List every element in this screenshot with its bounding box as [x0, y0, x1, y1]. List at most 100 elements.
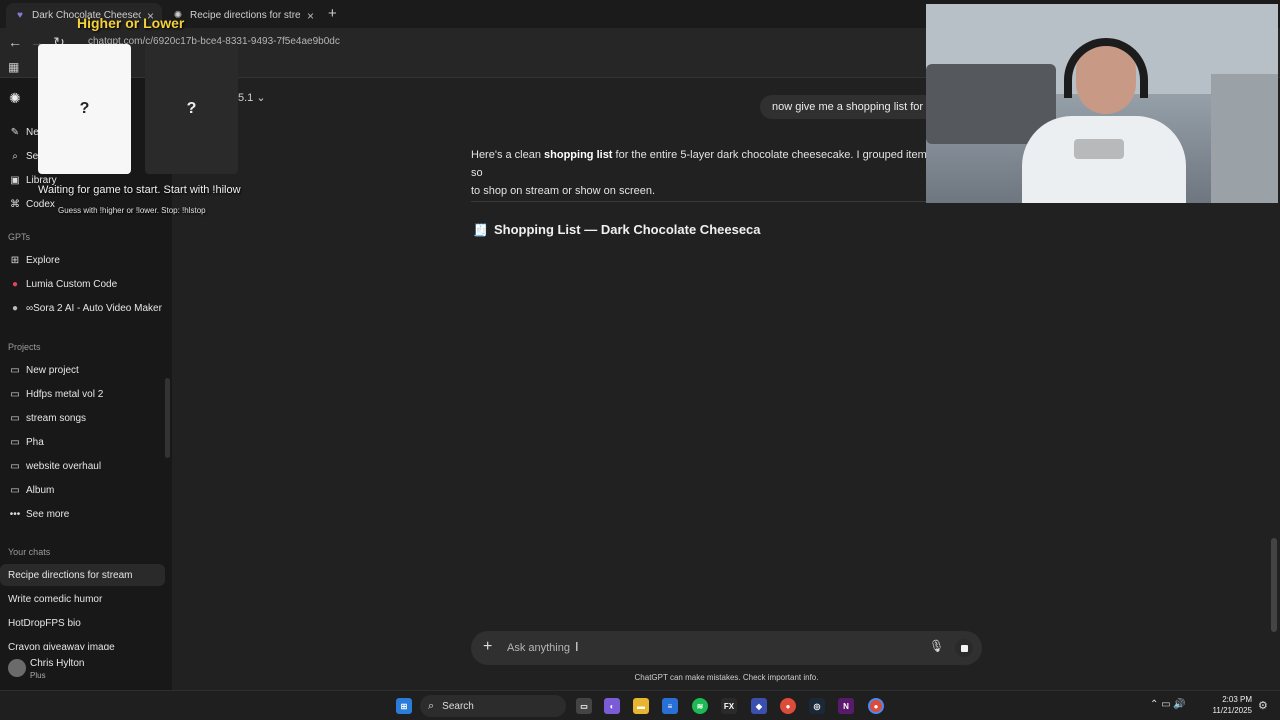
sidebar-item-label: Lumia Custom Code: [26, 278, 118, 290]
notification-icon[interactable]: ⚙: [1258, 699, 1268, 712]
composer: + I 🎙: [471, 631, 982, 665]
stop-icon: [960, 644, 968, 652]
gpts-header: GPTs: [8, 232, 31, 242]
edit-icon: ✎: [10, 126, 20, 138]
sidebar-scrollbar[interactable]: [165, 378, 170, 458]
model-selector[interactable]: 5.1 ⌄: [238, 91, 266, 104]
divider: [471, 201, 931, 202]
chat-label: Write comedic humor: [8, 593, 103, 605]
system-tray-icons[interactable]: ⌃ ▭ 🔊: [1150, 699, 1186, 710]
copilot-icon[interactable]: ◐: [604, 698, 620, 714]
apps-grid-icon[interactable]: ▦: [8, 60, 19, 74]
openai-logo-icon[interactable]: ✺: [9, 90, 21, 107]
webcam-person-body: [1022, 116, 1186, 203]
sidebar-item-project[interactable]: ▭ Hdfps metal vol 2: [0, 383, 165, 405]
chats-header: Your chats: [8, 547, 51, 557]
prompt-input[interactable]: [505, 637, 925, 659]
chat-label: Recipe directions for stream: [8, 569, 133, 581]
sidebar-item-label: Pha: [26, 436, 44, 448]
microphone-icon[interactable]: 🎙: [929, 639, 944, 653]
sidebar-item-explore[interactable]: ⊞ Explore: [0, 249, 165, 271]
search-icon: ⌕: [12, 150, 18, 162]
grid-icon: ⊞: [10, 254, 20, 266]
reply-text: Here's a clean: [471, 149, 545, 161]
sidebar-item-label: See more: [26, 508, 70, 520]
sidebar-item-label: New project: [26, 364, 79, 376]
plus-icon[interactable]: +: [483, 638, 492, 656]
close-icon[interactable]: ×: [307, 9, 314, 23]
windows-start-icon[interactable]: ⊞: [396, 698, 412, 714]
sidebar-item-lumia[interactable]: ● Lumia Custom Code: [0, 273, 165, 295]
gpt-avatar-icon: ●: [11, 302, 19, 314]
chat-label: Crayon giveaway image: [8, 642, 115, 650]
notepad-icon[interactable]: ≡: [662, 698, 678, 714]
more-dots-icon: •••: [9, 508, 21, 520]
chrome-active-icon[interactable]: ●: [868, 698, 884, 714]
user-name: Chris Hylton: [30, 658, 85, 669]
browser-tab-recipe[interactable]: ✺ Recipe directions for stream ×: [164, 3, 322, 28]
steam-icon[interactable]: ◎: [809, 698, 825, 714]
back-arrow-icon[interactable]: ←: [4, 34, 26, 50]
clock-time[interactable]: 2:03 PM: [1212, 695, 1252, 704]
file-explorer-icon[interactable]: ▬: [633, 698, 649, 714]
sidebar-item-label: ∞Sora 2 AI - Auto Video Maker: [26, 302, 162, 314]
game-help: Guess with !higher or !lower. Stop: !hls…: [58, 206, 206, 215]
avatar: [8, 659, 26, 677]
chat-label: HotDropFPS bio: [8, 617, 81, 629]
folder-icon: ▭: [10, 484, 20, 496]
taskbar-search[interactable]: ⌕ Search: [420, 695, 566, 717]
library-icon: ▣: [10, 174, 20, 186]
task-view-icon[interactable]: ▭: [576, 698, 592, 714]
game-title: Higher or Lower: [77, 15, 185, 31]
assistant-reply: Here's a clean shopping list for the ent…: [471, 146, 941, 200]
sidebar-item-label: Explore: [26, 254, 60, 266]
sidebar-item-project[interactable]: ▭ website overhaul: [0, 455, 165, 477]
sidebar-item-project[interactable]: ▭ Album: [0, 479, 165, 501]
chrome-icon[interactable]: ●: [780, 698, 796, 714]
heart-icon: ♥: [17, 10, 23, 21]
user-message-text: now give me a shopping list for t: [772, 101, 930, 113]
folder-plus-icon: ▭: [10, 364, 20, 376]
chat-item[interactable]: Crayon giveaway image: [0, 636, 165, 650]
hudfx-icon[interactable]: FX: [721, 698, 737, 714]
stop-button[interactable]: [955, 639, 973, 657]
game-status: Waiting for game to start. Start with !h…: [38, 184, 241, 196]
sidebar-item-project[interactable]: ▭ stream songs: [0, 407, 165, 429]
model-label: 5.1: [238, 92, 254, 104]
user-profile-button[interactable]: Chris Hylton Plus: [6, 654, 166, 684]
reply-bold-text: shopping list: [544, 149, 613, 161]
user-plan: Plus: [30, 671, 46, 680]
new-tab-button[interactable]: +: [328, 5, 337, 22]
chat-item[interactable]: HotDropFPS bio: [0, 612, 165, 634]
main-scrollbar[interactable]: [1271, 538, 1277, 632]
sidebar-item-project[interactable]: ▭ Pha: [0, 431, 165, 453]
chevron-down-icon: ⌄: [256, 92, 266, 104]
reply-line-2: to shop on stream or show on screen.: [471, 185, 656, 197]
heading-text: Shopping List — Dark Chocolate Cheeseca: [493, 222, 761, 237]
webcam-cabinet: [1211, 74, 1278, 203]
gpt-avatar-icon: ●: [11, 278, 19, 290]
folder-icon: ▭: [10, 412, 20, 424]
search-icon: ⌕: [428, 699, 435, 712]
sidebar-item-see-more[interactable]: ••• See more: [0, 503, 165, 525]
game-card-hidden: ?: [145, 44, 238, 174]
sidebar-item-label: Codex: [26, 198, 55, 210]
text-cursor-icon: I: [575, 639, 579, 654]
app-icon[interactable]: N: [838, 698, 854, 714]
chat-item-active[interactable]: Recipe directions for stream: [0, 564, 165, 586]
projects-header: Projects: [8, 342, 41, 352]
game-card-revealed: ?: [38, 44, 131, 174]
chat-item[interactable]: Write comedic humor: [0, 588, 165, 610]
sidebar-item-label: website overhaul: [26, 460, 102, 472]
reply-line-1: Here's a clean shopping list for the ent…: [471, 146, 941, 182]
spotify-icon[interactable]: ≋: [692, 698, 708, 714]
app-icon[interactable]: ◆: [751, 698, 767, 714]
sidebar-item-sora[interactable]: ● ∞Sora 2 AI - Auto Video Maker: [0, 297, 165, 319]
shirt-logo: [1074, 139, 1124, 159]
folder-icon: ▭: [10, 388, 20, 400]
sidebar-item-new-project[interactable]: ▭ New project: [0, 359, 165, 381]
sidebar-item-label: Album: [26, 484, 55, 496]
search-label: Search: [442, 700, 474, 712]
clock-date[interactable]: 11/21/2025: [1204, 706, 1252, 715]
webcam-overlay: [926, 4, 1278, 203]
